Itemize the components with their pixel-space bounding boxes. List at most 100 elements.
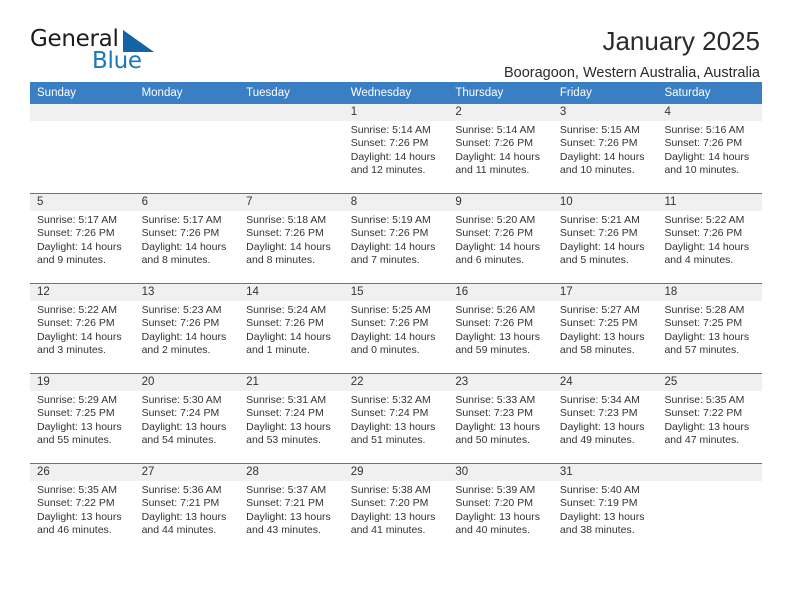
daylight-text: Daylight: 14 hours and 9 minutes.	[37, 240, 122, 267]
day-sun-info: Sunrise: 5:14 AM Sunset: 7:26 PM Daylight:…	[448, 121, 553, 178]
sunrise-text: Sunrise: 5:39 AM	[455, 484, 536, 496]
day-number	[657, 464, 763, 481]
day-sun-info: Sunrise: 5:17 AM Sunset: 7:26 PM Daylight:…	[135, 211, 240, 268]
sunrise-text: Sunrise: 5:37 AM	[246, 484, 327, 496]
calendar-day-cell[interactable]: 11 Sunrise: 5:22 AM Sunset: 7:26 PM Dayligh…	[657, 194, 763, 283]
daylight-text: Daylight: 14 hours and 4 minutes.	[664, 240, 750, 267]
sunrise-text: Sunrise: 5:26 AM	[455, 304, 536, 316]
calendar-day-cell[interactable]: 30 Sunrise: 5:39 AM Sunset: 7:20 PM Dayligh…	[448, 464, 553, 553]
sunset-text: Sunset: 7:26 PM	[350, 137, 429, 150]
calendar-day-cell[interactable]: 3 Sunrise: 5:15 AM Sunset: 7:26 PM Daylight…	[552, 104, 658, 193]
daylight-text: Daylight: 13 hours and 47 minutes.	[664, 420, 750, 447]
daylight-text: Daylight: 13 hours and 59 minutes.	[455, 330, 540, 357]
day-sun-info: Sunrise: 5:31 AM Sunset: 7:24 PM Daylight:…	[239, 391, 344, 448]
calendar-day-cell[interactable]: 13 Sunrise: 5:23 AM Sunset: 7:26 PM Dayligh…	[134, 284, 240, 373]
calendar-week-row: 1 Sunrise: 5:14 AM Sunset: 7:26 PM Daylight…	[30, 104, 763, 193]
sunset-text: Sunset: 7:24 PM	[350, 407, 429, 420]
weekday-header-sunday: Sunday	[37, 87, 77, 99]
daylight-text: Daylight: 13 hours and 46 minutes.	[37, 510, 122, 537]
day-sun-info: Sunrise: 5:35 AM Sunset: 7:22 PM Daylight:…	[657, 391, 762, 448]
day-sun-info: Sunrise: 5:26 AM Sunset: 7:26 PM Daylight:…	[448, 301, 553, 358]
sunset-text: Sunset: 7:20 PM	[350, 497, 429, 510]
daylight-text: Daylight: 13 hours and 38 minutes.	[559, 510, 645, 537]
calendar-day-cell[interactable]: 10 Sunrise: 5:21 AM Sunset: 7:26 PM Dayligh…	[552, 194, 658, 283]
calendar-day-cell[interactable]: 1 Sunrise: 5:14 AM Sunset: 7:26 PM Daylight…	[343, 104, 449, 193]
calendar-day-cell[interactable]: 16 Sunrise: 5:26 AM Sunset: 7:26 PM Dayligh…	[448, 284, 553, 373]
sunrise-text: Sunrise: 5:20 AM	[455, 214, 536, 226]
day-number: 16	[448, 284, 553, 301]
daylight-text: Daylight: 13 hours and 53 minutes.	[246, 420, 331, 447]
sunset-text: Sunset: 7:26 PM	[37, 317, 115, 330]
day-sun-info: Sunrise: 5:37 AM Sunset: 7:21 PM Daylight:…	[239, 481, 344, 538]
calendar-day-cell[interactable]: 14 Sunrise: 5:24 AM Sunset: 7:26 PM Dayligh…	[239, 284, 344, 373]
daylight-text: Daylight: 13 hours and 49 minutes.	[559, 420, 645, 447]
calendar-day-cell[interactable]: 8 Sunrise: 5:19 AM Sunset: 7:26 PM Daylight…	[343, 194, 449, 283]
day-number: 5	[30, 194, 135, 211]
day-sun-info: Sunrise: 5:16 AM Sunset: 7:26 PM Daylight:…	[657, 121, 762, 178]
daylight-text: Daylight: 13 hours and 40 minutes.	[455, 510, 540, 537]
sunset-text: Sunset: 7:26 PM	[559, 227, 638, 240]
calendar-day-cell[interactable]: 6 Sunrise: 5:17 AM Sunset: 7:26 PM Daylight…	[134, 194, 240, 283]
page-title: January 2025	[602, 26, 760, 56]
calendar-day-cell[interactable]: 31 Sunrise: 5:40 AM Sunset: 7:19 PM Dayligh…	[552, 464, 658, 553]
daylight-text: Daylight: 13 hours and 57 minutes.	[664, 330, 750, 357]
general-blue-logo[interactable]: General Blue	[30, 26, 160, 78]
day-sun-info: Sunrise: 5:22 AM Sunset: 7:26 PM Daylight:…	[30, 301, 135, 358]
sunset-text: Sunset: 7:25 PM	[559, 317, 638, 330]
weekday-header-wednesday: Wednesday	[350, 87, 412, 99]
sunrise-text: Sunrise: 5:36 AM	[141, 484, 222, 496]
calendar-day-cell[interactable]: 23 Sunrise: 5:33 AM Sunset: 7:23 PM Dayligh…	[448, 374, 553, 463]
sunrise-text: Sunrise: 5:15 AM	[559, 124, 640, 136]
day-sun-info: Sunrise: 5:15 AM Sunset: 7:26 PM Daylight:…	[553, 121, 658, 178]
day-number: 4	[657, 104, 763, 121]
calendar-day-cell[interactable]: 21 Sunrise: 5:31 AM Sunset: 7:24 PM Dayligh…	[239, 374, 344, 463]
sunrise-text: Sunrise: 5:34 AM	[559, 394, 640, 406]
calendar-day-cell[interactable]: 26 Sunrise: 5:35 AM Sunset: 7:22 PM Dayligh…	[30, 464, 135, 553]
calendar-day-cell-empty	[239, 104, 344, 193]
calendar-day-cell[interactable]: 7 Sunrise: 5:18 AM Sunset: 7:26 PM Daylight…	[239, 194, 344, 283]
day-sun-info: Sunrise: 5:24 AM Sunset: 7:26 PM Daylight:…	[239, 301, 344, 358]
sunrise-text: Sunrise: 5:30 AM	[141, 394, 222, 406]
sunrise-text: Sunrise: 5:27 AM	[559, 304, 640, 316]
logo-text-blue: Blue	[92, 48, 142, 74]
calendar-day-cell[interactable]: 5 Sunrise: 5:17 AM Sunset: 7:26 PM Daylight…	[30, 194, 135, 283]
sunset-text: Sunset: 7:20 PM	[455, 497, 533, 510]
daylight-text: Daylight: 14 hours and 10 minutes.	[559, 150, 645, 177]
day-sun-info: Sunrise: 5:29 AM Sunset: 7:25 PM Daylight:…	[30, 391, 135, 448]
daylight-text: Daylight: 14 hours and 11 minutes.	[455, 150, 540, 177]
calendar-day-cell[interactable]: 17 Sunrise: 5:27 AM Sunset: 7:25 PM Dayligh…	[552, 284, 658, 373]
calendar-day-cell[interactable]: 12 Sunrise: 5:22 AM Sunset: 7:26 PM Dayligh…	[30, 284, 135, 373]
calendar-day-cell[interactable]: 19 Sunrise: 5:29 AM Sunset: 7:25 PM Dayligh…	[30, 374, 135, 463]
calendar-day-cell[interactable]: 2 Sunrise: 5:14 AM Sunset: 7:26 PM Daylight…	[448, 104, 553, 193]
day-sun-info: Sunrise: 5:40 AM Sunset: 7:19 PM Daylight:…	[553, 481, 658, 538]
sunrise-text: Sunrise: 5:17 AM	[141, 214, 222, 226]
day-number: 1	[343, 104, 449, 121]
day-number: 18	[657, 284, 763, 301]
sunset-text: Sunset: 7:26 PM	[455, 227, 533, 240]
day-sun-info: Sunrise: 5:28 AM Sunset: 7:25 PM Daylight:…	[657, 301, 762, 358]
sunrise-text: Sunrise: 5:40 AM	[559, 484, 640, 496]
day-number: 30	[448, 464, 553, 481]
day-number: 12	[30, 284, 135, 301]
calendar-day-cell-empty	[30, 104, 135, 193]
daylight-text: Daylight: 13 hours and 51 minutes.	[350, 420, 436, 447]
calendar-day-cell[interactable]: 15 Sunrise: 5:25 AM Sunset: 7:26 PM Dayligh…	[343, 284, 449, 373]
sunrise-text: Sunrise: 5:32 AM	[350, 394, 431, 406]
calendar-day-cell[interactable]: 18 Sunrise: 5:28 AM Sunset: 7:25 PM Dayligh…	[657, 284, 763, 373]
sunset-text: Sunset: 7:23 PM	[455, 407, 533, 420]
calendar-day-cell[interactable]: 27 Sunrise: 5:36 AM Sunset: 7:21 PM Dayligh…	[134, 464, 240, 553]
calendar-day-cell[interactable]: 28 Sunrise: 5:37 AM Sunset: 7:21 PM Dayligh…	[239, 464, 344, 553]
day-number: 29	[343, 464, 449, 481]
calendar-day-cell[interactable]: 22 Sunrise: 5:32 AM Sunset: 7:24 PM Dayligh…	[343, 374, 449, 463]
sunset-text: Sunset: 7:26 PM	[455, 317, 533, 330]
sunset-text: Sunset: 7:24 PM	[141, 407, 220, 420]
calendar-day-cell[interactable]: 25 Sunrise: 5:35 AM Sunset: 7:22 PM Dayligh…	[657, 374, 763, 463]
calendar-day-cell[interactable]: 9 Sunrise: 5:20 AM Sunset: 7:26 PM Daylight…	[448, 194, 553, 283]
day-number: 24	[552, 374, 658, 391]
day-number: 10	[552, 194, 658, 211]
calendar-day-cell[interactable]: 4 Sunrise: 5:16 AM Sunset: 7:26 PM Daylight…	[657, 104, 763, 193]
calendar-day-cell[interactable]: 24 Sunrise: 5:34 AM Sunset: 7:23 PM Dayligh…	[552, 374, 658, 463]
calendar-day-cell[interactable]: 20 Sunrise: 5:30 AM Sunset: 7:24 PM Dayligh…	[134, 374, 240, 463]
sunset-text: Sunset: 7:24 PM	[246, 407, 324, 420]
calendar-day-cell[interactable]: 29 Sunrise: 5:38 AM Sunset: 7:20 PM Dayligh…	[343, 464, 449, 553]
